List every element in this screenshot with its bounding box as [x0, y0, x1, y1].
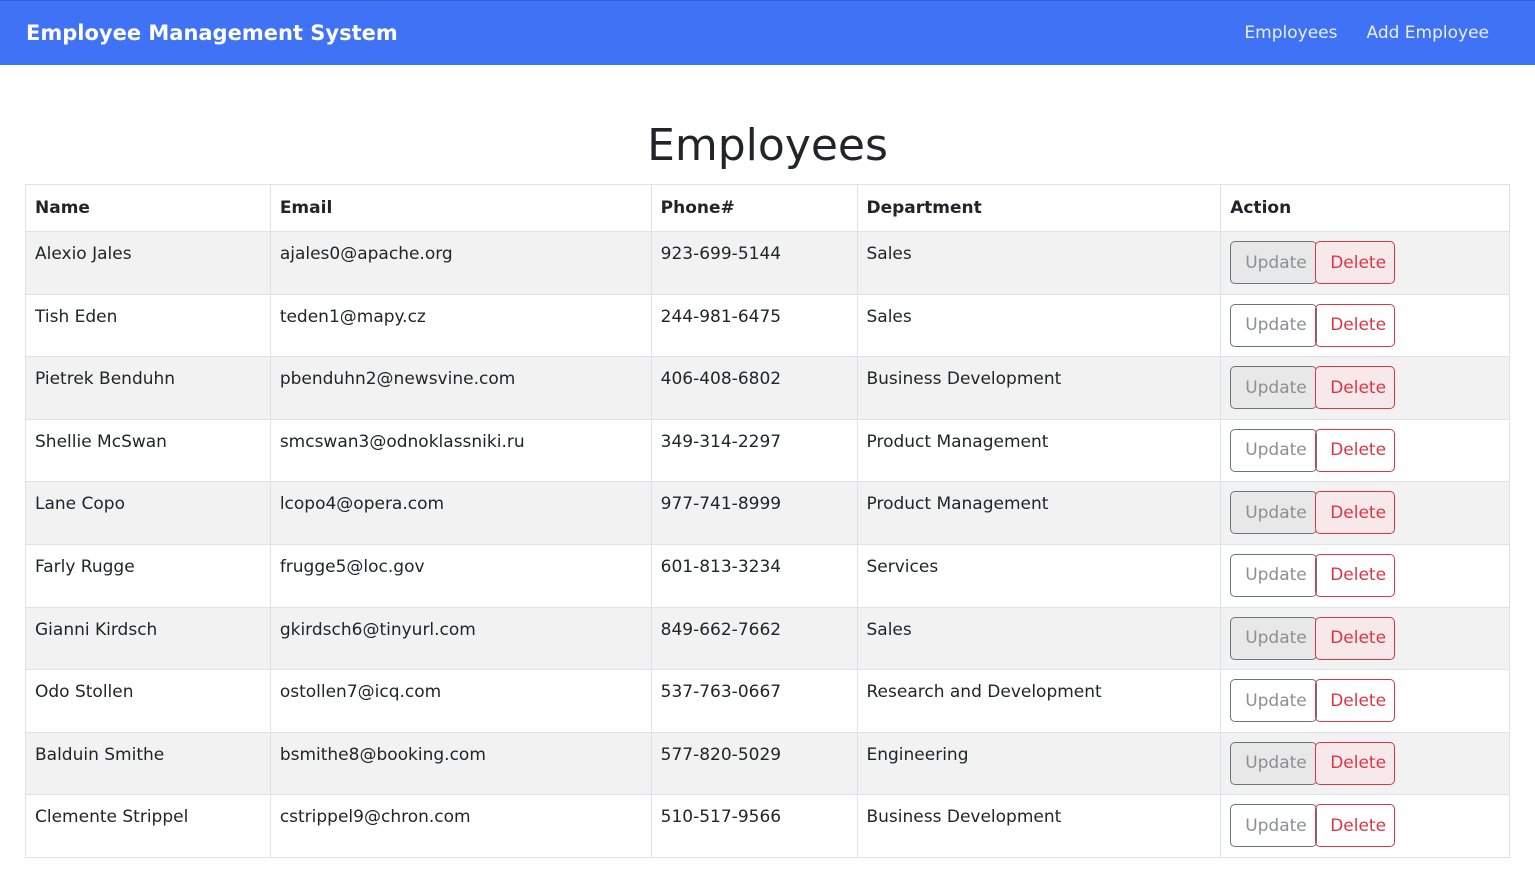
action-cell: Update Delete — [1220, 543, 1510, 608]
employee-email-cell: teden1@mapy.cz — [269, 293, 652, 358]
action-cell: Update Delete — [1220, 669, 1510, 733]
delete-button[interactable]: Delete — [1315, 366, 1396, 410]
employee-email-cell: cstrippel9@chron.com — [269, 794, 652, 858]
header-phone: Phone# — [650, 184, 858, 232]
table-row: Odo Stollen ostollen7@icq.com 537-763-0667… — [25, 669, 1510, 733]
delete-button[interactable]: Delete — [1315, 491, 1396, 535]
update-button[interactable]: Update — [1230, 553, 1318, 597]
update-button[interactable]: Update — [1230, 679, 1318, 723]
employee-table: Name Email Phone# Department Action Alex… — [25, 184, 1510, 858]
employee-phone-cell: 577-820-5029 — [650, 731, 858, 796]
employee-department-cell: Sales — [856, 293, 1222, 358]
update-button[interactable]: Update — [1230, 616, 1318, 660]
nav-link-employees[interactable]: Employees — [1244, 23, 1337, 43]
update-button[interactable]: Update — [1230, 303, 1318, 347]
brand-title[interactable]: Employee Management System — [26, 21, 398, 45]
nav-link-add-employee[interactable]: Add Employee — [1366, 23, 1489, 43]
table-row: Alexio Jales ajales0@apache.org 923-699-51… — [25, 231, 1510, 295]
delete-button[interactable]: Delete — [1315, 679, 1396, 723]
table-body: Alexio Jales ajales0@apache.org 923-699-51… — [25, 231, 1510, 858]
employee-name-cell: Gianni Kirdsch — [25, 606, 271, 671]
employee-name-cell: Clemente Strippel — [25, 794, 271, 858]
update-button[interactable]: Update — [1230, 804, 1318, 848]
update-button[interactable]: Update — [1230, 428, 1318, 472]
update-button[interactable]: Update — [1230, 241, 1318, 284]
page-title: Employees — [647, 120, 888, 171]
table-row: Pietrek Benduhn pbenduhn2@newsvine.com 406… — [25, 356, 1510, 420]
employee-phone-cell: 601-813-3234 — [650, 543, 858, 608]
employee-phone-cell: 244-981-6475 — [650, 293, 858, 358]
employee-phone-cell: 923-699-5144 — [650, 231, 858, 295]
employee-phone-cell: 406-408-6802 — [650, 356, 858, 420]
action-cell: Update Delete — [1220, 231, 1510, 295]
employee-department-cell: Business Development — [856, 356, 1222, 420]
delete-button[interactable]: Delete — [1315, 428, 1396, 472]
employee-name-cell: Farly Rugge — [25, 543, 271, 608]
update-button[interactable]: Update — [1230, 491, 1318, 535]
employee-phone-cell: 849-662-7662 — [650, 606, 858, 671]
action-cell: Update Delete — [1220, 418, 1510, 483]
employee-email-cell: frugge5@loc.gov — [269, 543, 652, 608]
action-cell: Update Delete — [1220, 356, 1510, 420]
table-row: Shellie McSwan smcswan3@odnoklassniki.ru 3… — [25, 418, 1510, 483]
employee-name-cell: Tish Eden — [25, 293, 271, 358]
delete-button[interactable]: Delete — [1315, 241, 1396, 284]
table-row: Balduin Smithe bsmithe8@booking.com 577-82… — [25, 731, 1510, 796]
nav-links: Employees Add Employee — [1244, 23, 1489, 43]
employee-phone-cell: 510-517-9566 — [650, 794, 858, 858]
employee-email-cell: gkirdsch6@tinyurl.com — [269, 606, 652, 671]
employee-email-cell: ostollen7@icq.com — [269, 669, 652, 733]
employee-email-cell: pbenduhn2@newsvine.com — [269, 356, 652, 420]
action-cell: Update Delete — [1220, 606, 1510, 671]
delete-button[interactable]: Delete — [1315, 303, 1396, 347]
header-email: Email — [269, 184, 652, 232]
employee-department-cell: Services — [856, 543, 1222, 608]
employee-email-cell: smcswan3@odnoklassniki.ru — [269, 418, 652, 483]
delete-button[interactable]: Delete — [1315, 553, 1396, 597]
employee-department-cell: Sales — [856, 231, 1222, 295]
update-button[interactable]: Update — [1230, 366, 1318, 410]
delete-button[interactable]: Delete — [1315, 804, 1396, 848]
employee-department-cell: Sales — [856, 606, 1222, 671]
table-row: Gianni Kirdsch gkirdsch6@tinyurl.com 849-6… — [25, 606, 1510, 671]
table-row: Tish Eden teden1@mapy.cz 244-981-6475 Sales… — [25, 293, 1510, 358]
header-name: Name — [25, 184, 271, 232]
employee-name-cell: Pietrek Benduhn — [25, 356, 271, 420]
employee-department-cell: Engineering — [856, 731, 1222, 796]
employee-name-cell: Balduin Smithe — [25, 731, 271, 796]
header-action: Action — [1220, 184, 1510, 232]
delete-button[interactable]: Delete — [1315, 616, 1396, 660]
employee-department-cell: Product Management — [856, 418, 1222, 483]
employee-department-cell: Business Development — [856, 794, 1222, 858]
table-header-row: Name Email Phone# Department Action — [25, 184, 1510, 232]
action-cell: Update Delete — [1220, 481, 1510, 545]
employee-email-cell: lcopo4@opera.com — [269, 481, 652, 545]
employee-department-cell: Product Management — [856, 481, 1222, 545]
employee-email-cell: bsmithe8@booking.com — [269, 731, 652, 796]
table-row: Clemente Strippel cstrippel9@chron.com 510… — [25, 794, 1510, 858]
employee-name-cell: Shellie McSwan — [25, 418, 271, 483]
delete-button[interactable]: Delete — [1315, 741, 1396, 785]
table-row: Farly Rugge frugge5@loc.gov 601-813-3234 Se… — [25, 543, 1510, 608]
employee-name-cell: Alexio Jales — [25, 231, 271, 295]
employee-name-cell: Lane Copo — [25, 481, 271, 545]
navbar: Employee Management System Employees Add… — [0, 0, 1535, 65]
employee-phone-cell: 537-763-0667 — [650, 669, 858, 733]
action-cell: Update Delete — [1220, 731, 1510, 796]
table-row: Lane Copo lcopo4@opera.com 977-741-8999 Pro… — [25, 481, 1510, 545]
header-department: Department — [856, 184, 1222, 232]
employee-phone-cell: 349-314-2297 — [650, 418, 858, 483]
action-cell: Update Delete — [1220, 794, 1510, 858]
employee-phone-cell: 977-741-8999 — [650, 481, 858, 545]
update-button[interactable]: Update — [1230, 741, 1318, 785]
employee-name-cell: Odo Stollen — [25, 669, 271, 733]
employee-email-cell: ajales0@apache.org — [269, 231, 652, 295]
action-cell: Update Delete — [1220, 293, 1510, 358]
employee-department-cell: Research and Development — [856, 669, 1222, 733]
